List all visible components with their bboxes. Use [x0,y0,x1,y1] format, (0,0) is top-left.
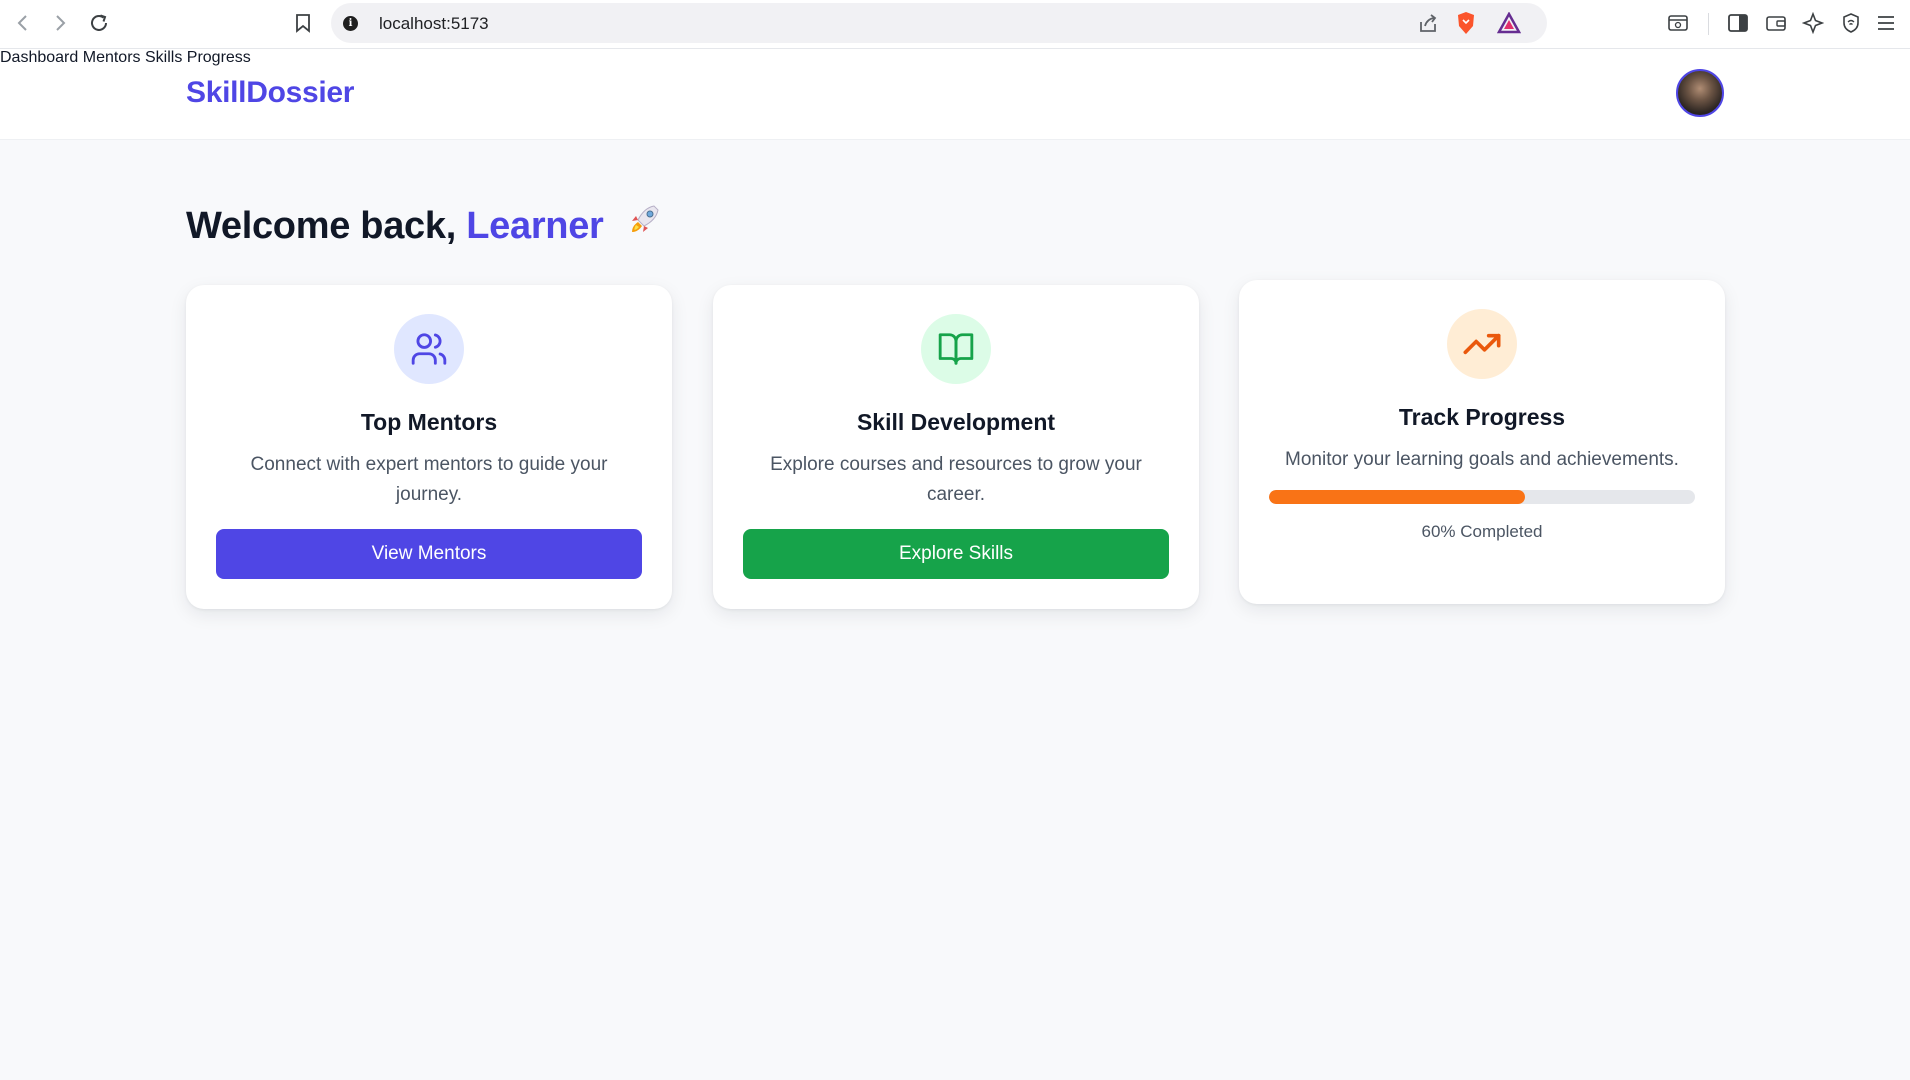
card-top-mentors: Top Mentors Connect with expert mentors … [186,285,672,609]
progress-label: 60% Completed [1421,522,1543,541]
card-title: Skill Development [856,409,1056,435]
site-info-icon[interactable]: i [343,16,358,31]
address-bar[interactable]: i localhost:5173 [331,3,1547,43]
app-header: SkillDossier Dashboard Mentors Skills Pr… [0,49,1910,140]
nav-progress[interactable]: Progress [187,49,251,66]
explore-skills-button[interactable]: Explore Skills [743,529,1169,579]
card-title: Top Mentors [360,409,498,435]
view-mentors-button[interactable]: View Mentors [216,529,642,579]
rocket-icon [624,200,664,250]
card-description: Connect with expert mentors to guide you… [250,454,608,505]
top-nav: Dashboard Mentors Skills Progress [0,49,1910,67]
menu-icon[interactable] [1874,11,1898,35]
browser-toolbar: i localhost:5173 [0,0,1910,49]
nav-mentors[interactable]: Mentors [83,49,141,66]
wallet-icon[interactable] [1764,11,1788,35]
card-skill-development: Skill Development Explore courses and re… [713,285,1199,609]
bookmark-icon[interactable] [290,10,316,36]
leo-ai-icon[interactable] [1801,11,1825,35]
welcome-prefix: Welcome back, [186,205,456,247]
book-open-icon [921,314,991,384]
welcome-heading: Welcome back, Learner [186,200,664,250]
back-icon[interactable] [10,10,36,36]
brand-logo[interactable]: SkillDossier [186,76,354,110]
reader-mode-icon[interactable] [1666,11,1690,35]
card-description: Explore courses and resources to grow yo… [770,454,1142,505]
reload-icon[interactable] [86,10,112,36]
card-title: Track Progress [1398,404,1566,430]
vpn-icon[interactable] [1839,11,1863,35]
avatar[interactable] [1676,69,1724,117]
sidebar-icon[interactable] [1726,11,1750,35]
nav-skills[interactable]: Skills [145,49,182,66]
forward-icon[interactable] [47,10,73,36]
progress-bar [1269,490,1695,504]
users-icon [394,314,464,384]
rewards-icon[interactable] [1497,11,1521,35]
progress-fill [1269,490,1525,504]
toolbar-divider [1708,13,1709,35]
trending-up-icon [1447,309,1517,379]
brave-shield-icon[interactable] [1454,11,1478,35]
share-icon[interactable] [1416,11,1440,35]
card-track-progress: Track Progress Monitor your learning goa… [1239,280,1725,604]
card-description: Monitor your learning goals and achievem… [1285,449,1679,470]
url-text: localhost:5173 [379,14,489,33]
nav-dashboard[interactable]: Dashboard [0,49,78,66]
welcome-name: Learner [466,205,604,247]
